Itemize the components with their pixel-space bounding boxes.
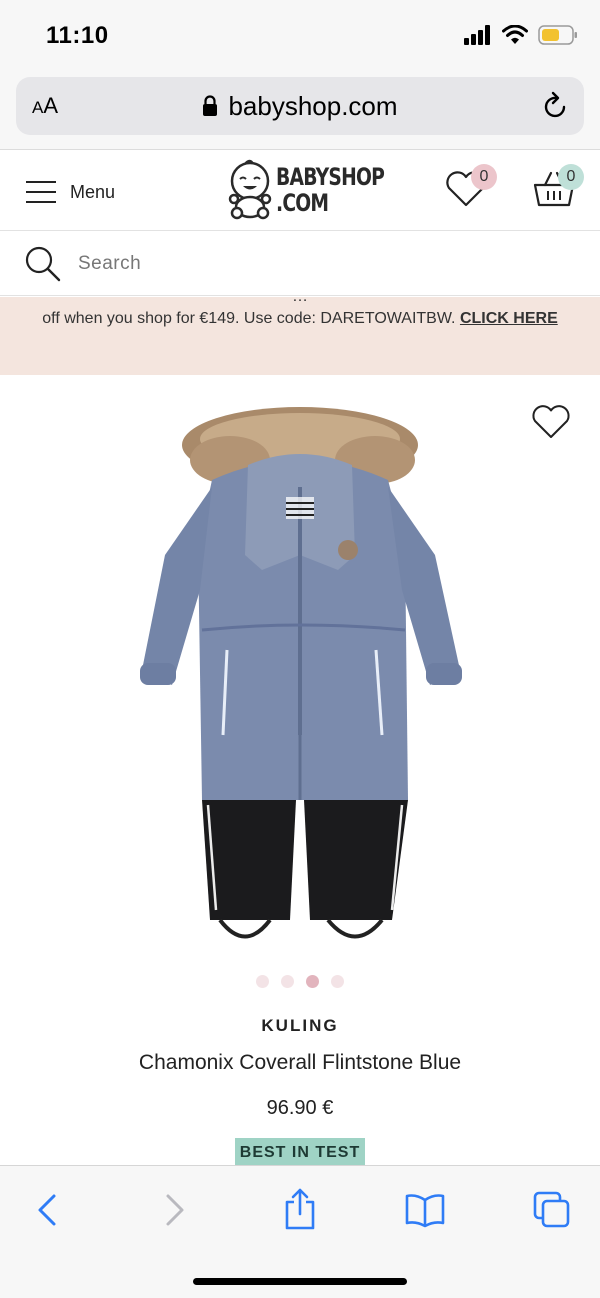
carousel-dot-active[interactable] bbox=[306, 975, 319, 988]
reload-icon[interactable] bbox=[542, 91, 570, 121]
url-display[interactable]: babyshop.com bbox=[16, 91, 584, 122]
wifi-icon bbox=[502, 25, 528, 44]
bookmarks-icon[interactable] bbox=[404, 1192, 446, 1228]
add-to-favorites-heart-icon[interactable] bbox=[530, 402, 572, 442]
babyshop-logo[interactable]: BABYSHOP .COM bbox=[228, 159, 415, 221]
url-text: babyshop.com bbox=[228, 91, 398, 121]
lock-icon bbox=[203, 95, 218, 116]
hamburger-icon bbox=[26, 173, 56, 211]
menu-button[interactable]: Menu bbox=[26, 173, 115, 211]
battery-icon bbox=[538, 25, 577, 45]
status-bar: 11:10 bbox=[0, 0, 600, 72]
carousel-dot[interactable] bbox=[256, 975, 269, 988]
site-header: Menu BABYSHOP .COM 0 0 bbox=[0, 151, 600, 231]
promo-text-block: off when you shop for €149. Use code: DA… bbox=[40, 306, 560, 332]
carousel-dot[interactable] bbox=[281, 975, 294, 988]
forward-arrow-icon[interactable] bbox=[162, 1190, 188, 1230]
cart-button[interactable]: 0 bbox=[532, 164, 584, 214]
promo-text: off when you shop for €149. Use code: DA… bbox=[42, 310, 456, 327]
best-in-test-badge: BEST IN TEST bbox=[235, 1138, 365, 1168]
status-time: 11:10 bbox=[46, 22, 109, 49]
wishlist-button[interactable]: 0 bbox=[444, 164, 497, 214]
wishlist-count-badge: 0 bbox=[471, 164, 497, 190]
browser-toolbar bbox=[0, 1165, 600, 1298]
cart-count-badge: 0 bbox=[558, 164, 584, 190]
logo-wordmark: BABYSHOP .COM bbox=[276, 163, 385, 217]
carousel-dot[interactable] bbox=[331, 975, 344, 988]
product-image-snowsuit[interactable] bbox=[130, 405, 470, 955]
share-icon[interactable] bbox=[282, 1186, 318, 1232]
product-price: 96.90 € bbox=[266, 1097, 334, 1119]
browser-address-area: AA babyshop.com bbox=[0, 72, 600, 150]
baby-mascot-icon bbox=[228, 159, 272, 220]
image-carousel-dots bbox=[0, 975, 600, 988]
home-indicator[interactable] bbox=[193, 1278, 407, 1285]
logo-line-2: .COM bbox=[276, 189, 329, 217]
product-brand[interactable]: KULING bbox=[0, 1016, 600, 1036]
logo-line-1: BABYSHOP bbox=[276, 163, 385, 191]
promo-click-here-link[interactable]: CLICK HERE bbox=[460, 310, 558, 327]
back-arrow-icon[interactable] bbox=[34, 1190, 60, 1230]
search-input[interactable] bbox=[78, 248, 558, 280]
cellular-signal-icon bbox=[464, 25, 490, 45]
menu-label: Menu bbox=[70, 181, 116, 202]
promo-banner: … off when you shop for €149. Use code: … bbox=[0, 297, 600, 375]
address-bar[interactable]: AA babyshop.com bbox=[16, 77, 584, 135]
product-name: Chamonix Coverall Flintstone Blue bbox=[138, 1051, 462, 1074]
search-bar bbox=[0, 232, 600, 296]
search-icon[interactable] bbox=[24, 245, 62, 283]
status-icons bbox=[464, 25, 578, 45]
tabs-icon[interactable] bbox=[532, 1190, 572, 1230]
